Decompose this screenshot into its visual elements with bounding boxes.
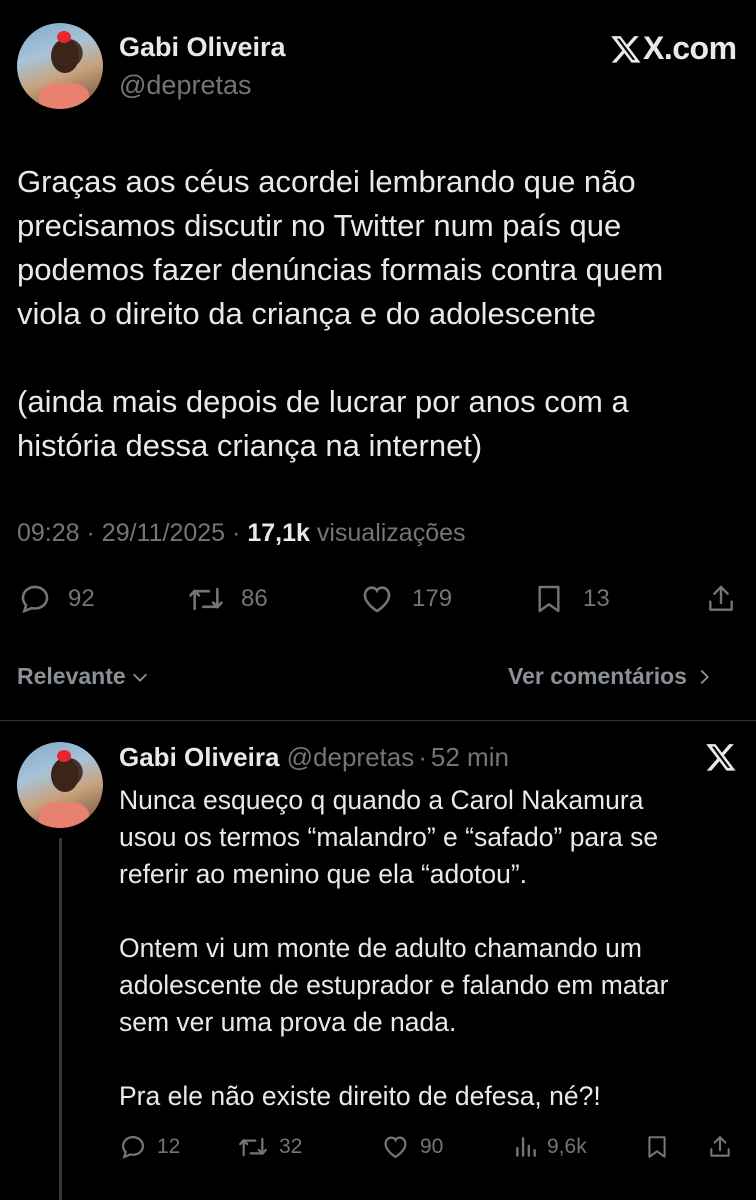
bookmark-button[interactable]: 13 (533, 582, 610, 616)
tweet-line: viola o direito da criança e do adolesce… (17, 296, 597, 331)
like-count: 179 (412, 585, 453, 612)
tweet-line: podemos fazer denúncias formais contra q… (17, 252, 664, 287)
reply-time[interactable]: 52 min (431, 742, 509, 772)
tweet-line: história dessa criança na internet) (17, 428, 483, 463)
reply-author-handle[interactable]: @depretas (287, 742, 415, 772)
reply-bookmark-button[interactable] (644, 1133, 670, 1166)
views-label: visualizações (316, 519, 466, 547)
divider (0, 720, 756, 721)
reply-line: referir ao menino que ela “adotou”. (119, 859, 528, 889)
repost-count: 86 (241, 585, 268, 612)
share-icon (709, 585, 733, 611)
reply-button[interactable]: 92 (18, 582, 95, 616)
repost-button[interactable]: 86 (187, 582, 268, 616)
reply-like-button[interactable]: 90 (381, 1133, 443, 1161)
reply-reply-count: 12 (157, 1135, 181, 1158)
share-button[interactable] (705, 582, 737, 621)
reply-line: sem ver uma prova de nada. (119, 1007, 457, 1037)
author-name[interactable]: Gabi Oliveira (119, 32, 286, 63)
reply-x-logo (705, 741, 737, 778)
repost-icon (189, 587, 223, 611)
reply-repost-button[interactable]: 32 (237, 1133, 302, 1161)
bookmark-icon (538, 585, 560, 613)
reply-author-name[interactable]: Gabi Oliveira (119, 742, 279, 772)
site-label: X.com (643, 30, 737, 66)
views-count: 17,1k (247, 519, 310, 547)
x-logo-icon (611, 35, 641, 63)
reply-header: Gabi Oliveira @depretas · 52 min (119, 742, 509, 772)
view-comments-link[interactable]: Ver comentários (508, 663, 715, 690)
author-avatar[interactable] (17, 23, 103, 109)
tweet-line: Graças aos céus acordei lembrando que nã… (17, 164, 636, 199)
reply-reply-button[interactable]: 12 (119, 1133, 180, 1161)
reply-line: Pra ele não existe direito de defesa, né… (119, 1081, 601, 1111)
reply-text: Nunca esqueço q quando a Carol Nakamura … (119, 782, 749, 1115)
reply-line: adolescente de estuprador e falando em m… (119, 970, 669, 1000)
bookmark-icon (648, 1136, 666, 1158)
tweet-text: Graças aos céus acordei lembrando que nã… (17, 160, 747, 468)
reply-icon (21, 585, 49, 614)
reply-author-avatar[interactable] (17, 742, 103, 828)
x-logo-icon (706, 744, 736, 771)
tweet-time[interactable]: 09:28 (17, 519, 80, 547)
reply-line: Nunca esqueço q quando a Carol Nakamura (119, 785, 644, 815)
reply-count: 92 (68, 585, 95, 612)
reply-line: usou os termos “malandro” e “safado” par… (119, 822, 659, 852)
views-icon (516, 1137, 536, 1157)
tweet-date[interactable]: 29/11/2025 (102, 519, 225, 547)
reply-repost-count: 32 (279, 1135, 303, 1158)
tweet-line: (ainda mais depois de lucrar por anos co… (17, 384, 629, 419)
chevron-right-icon (700, 669, 709, 684)
like-icon (384, 1136, 407, 1159)
repost-icon (239, 1137, 267, 1157)
reply-line: Ontem vi um monte de adulto chamando um (119, 933, 642, 963)
sort-dropdown[interactable]: Relevante (17, 663, 151, 690)
reply-views-count: 9,6k (547, 1135, 587, 1158)
sort-label: Relevante (17, 663, 126, 689)
tweet-line: precisamos discutir no Twitter num país … (17, 208, 622, 243)
bookmark-count: 13 (583, 585, 610, 612)
reply-views-button[interactable]: 9,6k (513, 1133, 587, 1161)
reply-share-button[interactable] (707, 1133, 733, 1166)
reply-icon (121, 1135, 145, 1159)
thread-line (59, 838, 62, 1200)
share-icon (710, 1136, 730, 1157)
x-com-label: X.com (610, 30, 737, 67)
chevron-down-icon (132, 673, 147, 682)
like-button[interactable]: 179 (359, 582, 452, 616)
like-icon (363, 586, 391, 613)
view-comments-label: Ver comentários (508, 663, 687, 689)
reply-like-count: 90 (420, 1135, 444, 1158)
author-handle[interactable]: @depretas (119, 70, 251, 101)
tweet-meta: 09:28 · 29/11/2025 · 17,1k visualizações (17, 519, 466, 547)
